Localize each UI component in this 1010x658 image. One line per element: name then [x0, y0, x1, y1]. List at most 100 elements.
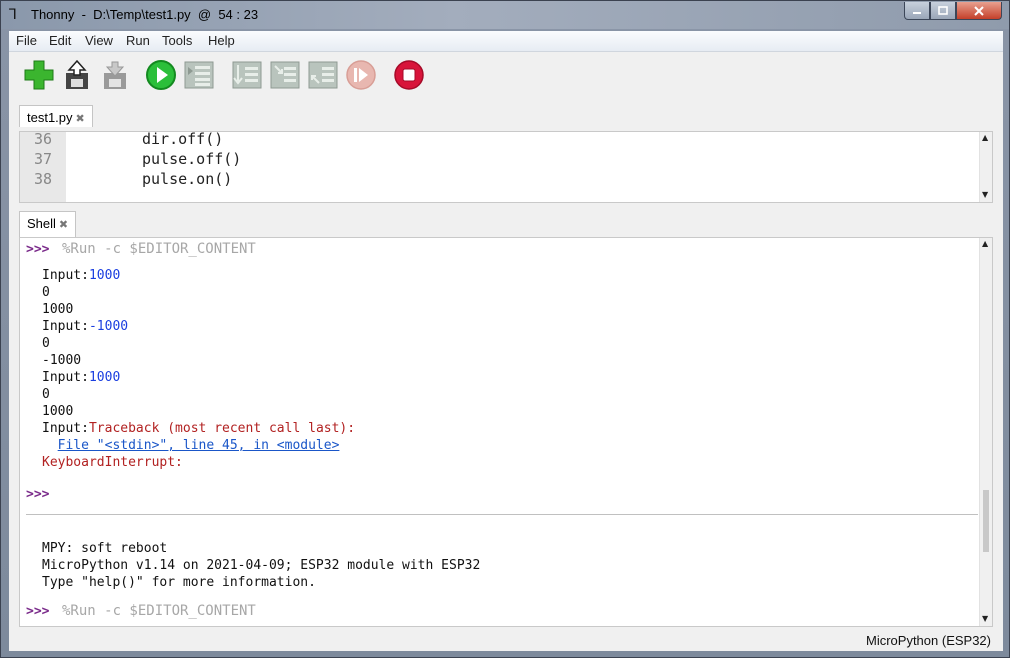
menu-edit[interactable]: Edit	[49, 33, 71, 48]
debug-icon	[184, 61, 214, 89]
step-over-button[interactable]	[231, 59, 263, 91]
reboot-line: MicroPython v1.14 on 2021-04-09; ESP32 m…	[42, 558, 481, 573]
shell-output-line: -1000	[42, 353, 81, 368]
code-line[interactable]: dir.off()	[142, 132, 223, 148]
debug-button[interactable]	[183, 59, 215, 91]
shell-output-line: Input:-1000	[42, 319, 128, 334]
scroll-up-icon[interactable]: ▲	[982, 133, 988, 142]
line-number: 37	[34, 150, 53, 168]
step-into-icon	[270, 61, 300, 89]
menu-tools[interactable]: Tools	[162, 33, 192, 48]
shell-prompt: >>>	[26, 487, 50, 502]
output-text: 1000	[88, 268, 121, 283]
save-file-icon	[104, 61, 126, 89]
shell-output-line: Input:1000	[42, 268, 120, 283]
resume-icon	[346, 60, 376, 90]
app-window: Ꞁ Thonny - D:\Temp\test1.py @ 54 : 23 Fi…	[0, 0, 1010, 658]
shell-output-line: 1000	[42, 302, 73, 317]
status-bar: MicroPython (ESP32)	[9, 629, 1003, 651]
toolbar	[9, 52, 1003, 100]
shell-scrollbar[interactable]: ▲ ▼	[979, 238, 992, 626]
window-controls	[904, 2, 1002, 20]
output-text: KeyboardInterrupt:	[42, 455, 183, 470]
thonny-icon: Ꞁ	[9, 7, 17, 23]
scroll-thumb[interactable]	[983, 490, 989, 552]
interpreter-label[interactable]: MicroPython (ESP32)	[866, 633, 991, 648]
shell-prompt: >>>	[26, 604, 50, 619]
shell-prompt: >>>	[26, 242, 50, 257]
menu-bar: File Edit View Run Tools Help	[9, 31, 1003, 52]
maximize-icon	[938, 5, 948, 15]
title-bar[interactable]: Ꞁ Thonny - D:\Temp\test1.py @ 54 : 23	[1, 1, 1009, 29]
close-tab-icon[interactable]: ✖	[76, 112, 85, 125]
shell-output-line: 0	[42, 336, 50, 351]
code-line[interactable]: pulse.off()	[142, 150, 241, 168]
code-editor[interactable]: 36 dir.off() 37 pulse.off() 38 pulse.on(…	[19, 131, 993, 203]
tab-shell[interactable]: Shell ✖	[19, 211, 77, 237]
scroll-up-icon[interactable]: ▲	[982, 239, 988, 248]
output-text: Input:	[42, 319, 89, 334]
line-number: 38	[34, 170, 53, 188]
reboot-line: Type "help()" for more information.	[42, 575, 316, 590]
output-text: Input:	[42, 421, 89, 436]
step-out-button[interactable]	[307, 59, 339, 91]
minimize-button[interactable]	[904, 2, 930, 20]
step-out-icon	[308, 61, 338, 89]
resume-button[interactable]	[345, 59, 377, 91]
run-command: %Run -c $EDITOR_CONTENT	[62, 241, 256, 257]
run-command: %Run -c $EDITOR_CONTENT	[62, 603, 256, 619]
output-text: Input:	[42, 370, 89, 385]
load-button[interactable]	[61, 59, 93, 91]
new-file-button[interactable]	[23, 59, 55, 91]
run-button[interactable]	[145, 59, 177, 91]
menu-view[interactable]: View	[85, 33, 113, 48]
scroll-down-icon[interactable]: ▼	[982, 614, 988, 623]
shell-output-line: 1000	[42, 404, 73, 419]
shell-output-line: 0	[42, 285, 50, 300]
menu-file[interactable]: File	[16, 33, 37, 48]
shell-output-line: KeyboardInterrupt:	[42, 455, 183, 470]
output-text: 1000	[42, 302, 74, 317]
client-area: File Edit View Run Tools Help test1.py ✖…	[9, 31, 1003, 651]
reboot-line: MPY: soft reboot	[42, 541, 168, 556]
step-over-icon	[232, 61, 262, 89]
shell-panel[interactable]: >>> %Run -c $EDITOR_CONTENT Input:1000 0 1…	[19, 237, 993, 627]
output-text: -1000	[42, 353, 82, 368]
scroll-down-icon[interactable]: ▼	[982, 190, 988, 199]
traceback-link[interactable]: File "<stdin>", line 45, in <module>	[58, 438, 340, 453]
shell-tab-label: Shell	[27, 216, 56, 231]
open-file-icon	[66, 59, 88, 89]
output-text: 0	[42, 387, 50, 402]
close-button[interactable]	[956, 2, 1002, 20]
shell-output-line: 0	[42, 387, 50, 402]
menu-help[interactable]: Help	[208, 33, 235, 48]
editor-scrollbar[interactable]: ▲ ▼	[979, 132, 992, 202]
output-text: 1000	[88, 370, 121, 385]
line-number: 36	[34, 131, 53, 148]
restart-separator	[26, 514, 978, 515]
output-text: Traceback (most recent call last):	[88, 421, 356, 436]
save-button[interactable]	[99, 59, 131, 91]
output-text: 0	[42, 285, 50, 300]
output-text: Input:	[42, 268, 89, 283]
shell-output-line: File "<stdin>", line 45, in <module>	[42, 438, 340, 453]
output-text: 0	[42, 336, 50, 351]
maximize-button[interactable]	[930, 2, 956, 20]
window-title: Thonny - D:\Temp\test1.py @ 54 : 23	[31, 7, 259, 22]
tab-editor-file[interactable]: test1.py ✖	[19, 105, 93, 127]
stop-icon	[394, 60, 424, 90]
output-text: -1000	[88, 319, 129, 334]
close-tab-icon[interactable]: ✖	[59, 218, 68, 231]
step-into-button[interactable]	[269, 59, 301, 91]
output-text: 1000	[42, 404, 74, 419]
minimize-icon	[913, 11, 921, 14]
close-icon	[974, 5, 984, 16]
code-line[interactable]: pulse.on()	[142, 170, 232, 188]
run-icon	[146, 60, 176, 90]
shell-output-line: Input:Traceback (most recent call last):	[42, 421, 355, 436]
menu-run[interactable]: Run	[126, 33, 150, 48]
editor-tab-label: test1.py	[27, 110, 73, 125]
shell-output-line: Input:1000	[42, 370, 120, 385]
stop-button[interactable]	[393, 59, 425, 91]
